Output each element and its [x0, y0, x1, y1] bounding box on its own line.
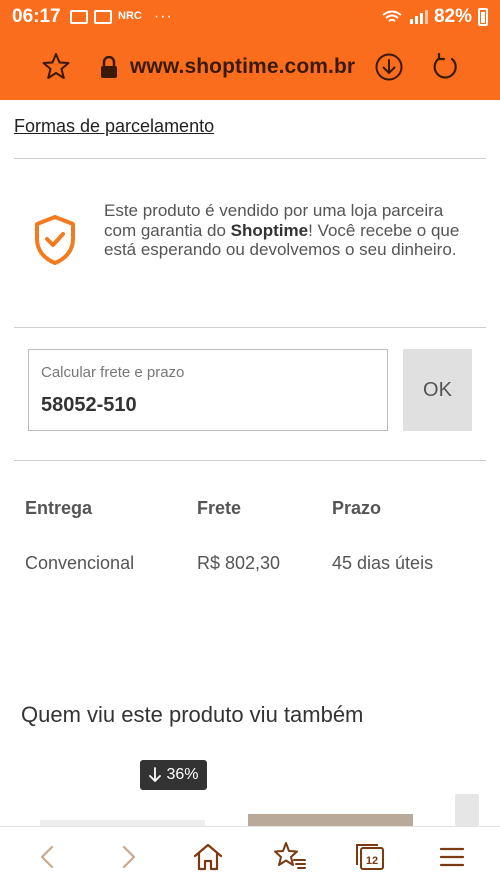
menu-icon[interactable] [434, 839, 470, 875]
back-icon[interactable] [30, 839, 66, 875]
table-cell-delivery-type: Convencional [25, 553, 135, 573]
shipping-label: Calcular frete e prazo [41, 364, 185, 381]
guarantee-brand: Shoptime [230, 220, 309, 240]
forward-icon[interactable] [110, 839, 146, 875]
url-bar[interactable]: www.shoptime.com.br [0, 38, 500, 98]
browser-top-bar: 06:17 NRC ··· 82% www.shoptime.com.br [0, 0, 500, 100]
notification-icons: NRC ··· [70, 8, 173, 26]
table-header-prazo: Prazo [332, 498, 382, 518]
table-header-entrega: Entrega [25, 498, 93, 518]
shield-check-icon [35, 215, 75, 265]
divider [14, 158, 486, 159]
svg-text:12: 12 [366, 855, 378, 867]
bookmark-star-icon[interactable] [42, 52, 70, 80]
table-cell-price: R$ 802,30 [197, 553, 281, 573]
table-cell-deadline: 45 dias úteis [332, 553, 434, 573]
download-icon[interactable] [374, 52, 404, 82]
wifi-icon [382, 10, 402, 22]
bookmarks-icon[interactable] [272, 839, 308, 875]
reload-icon[interactable] [430, 52, 460, 82]
table-header-frete: Frete [197, 498, 242, 518]
battery-percent: 82% [433, 6, 472, 27]
guarantee-text: Este produto é vendido por uma loja parc… [104, 201, 474, 260]
image-notification-icon [94, 10, 112, 24]
divider [14, 460, 486, 461]
related-products-title: Quem viu este produto viu também [21, 702, 364, 727]
shipping-cep-value[interactable]: 58052-510 [41, 394, 137, 417]
home-icon[interactable] [190, 839, 226, 875]
discount-badge: 36% [140, 760, 207, 790]
browser-bottom-nav: 12 [0, 826, 500, 889]
signal-icon [409, 10, 428, 24]
product-image[interactable] [248, 814, 413, 826]
battery-icon [478, 8, 488, 26]
discount-value: 36% [166, 766, 199, 783]
carousel-next-button[interactable] [455, 794, 479, 826]
ok-button[interactable]: OK [403, 349, 472, 431]
status-time: 06:17 [12, 6, 61, 27]
arrow-down-icon [149, 767, 162, 783]
message-notification-icon [70, 10, 88, 24]
nrc-notification-icon: NRC [118, 10, 142, 22]
url-text[interactable]: www.shoptime.com.br [130, 55, 355, 79]
more-notifications-icon: ··· [153, 8, 173, 25]
status-bar: 06:17 NRC ··· 82% [0, 0, 500, 36]
shipping-cep-input[interactable]: Calcular frete e prazo 58052-510 [28, 349, 388, 431]
lock-icon [101, 56, 117, 78]
divider [14, 327, 486, 328]
tabs-icon[interactable]: 12 [352, 839, 388, 875]
installments-link[interactable]: Formas de parcelamento [14, 116, 214, 137]
